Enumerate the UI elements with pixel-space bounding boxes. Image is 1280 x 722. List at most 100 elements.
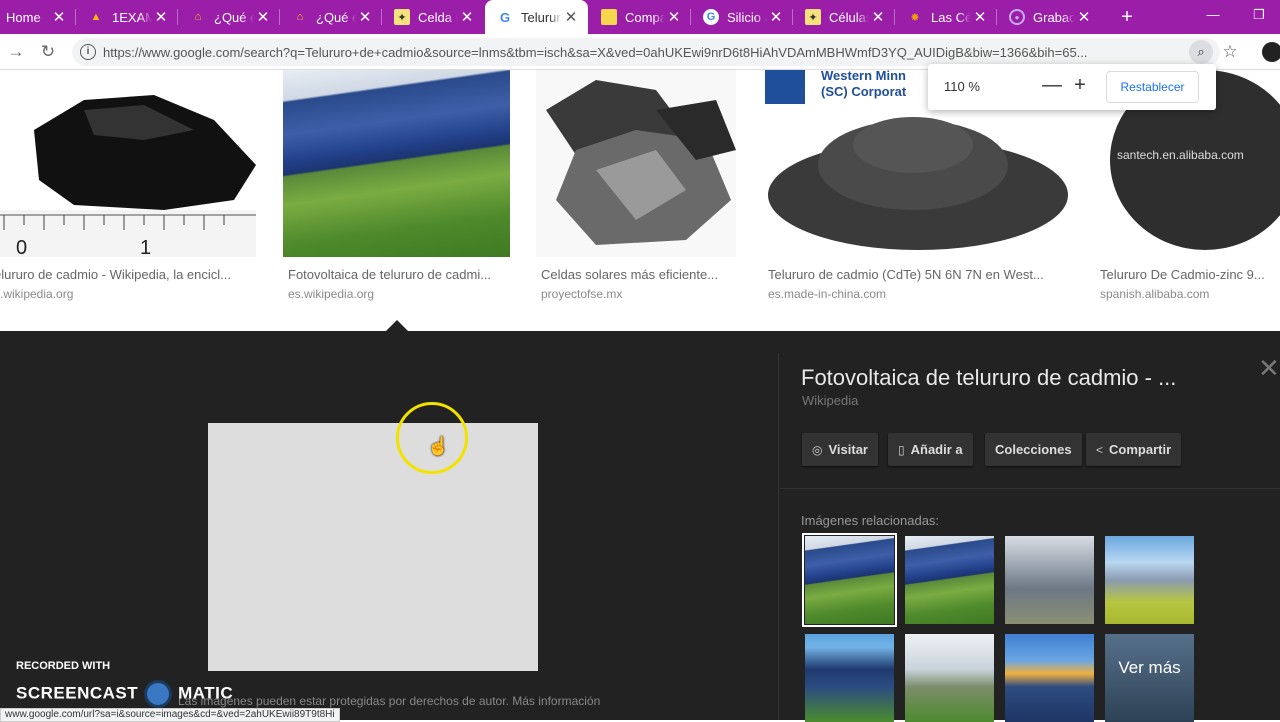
result-image[interactable]: 0 1	[0, 70, 256, 259]
see-more-button[interactable]: Ver más	[1105, 634, 1194, 722]
close-icon[interactable]: ✕	[971, 8, 989, 26]
google-icon: G	[703, 9, 719, 25]
tab-que-1[interactable]: ⌂ ¿Qué é ✕	[178, 0, 280, 34]
info-icon[interactable]: i	[80, 44, 96, 60]
watermark-word: SCREENCAST	[16, 683, 139, 703]
tab-celda[interactable]: ✦ Celda s ✕	[382, 0, 484, 34]
result-image[interactable]	[283, 70, 510, 257]
result-caption[interactable]: Fotovoltaica de telururo de cadmi...	[288, 267, 515, 282]
tab-1exam[interactable]: ▲ 1EXAM ✕	[76, 0, 178, 34]
url-text[interactable]: https://www.google.com/search?q=Telururo…	[103, 45, 1183, 60]
zoom-reset-button[interactable]: Restablecer	[1106, 71, 1199, 103]
school-icon: ✦	[394, 9, 410, 25]
tab-silicio[interactable]: G Silicio a ✕	[691, 0, 793, 34]
reload-icon[interactable]: ↻	[36, 40, 60, 64]
close-icon[interactable]: ✕	[665, 8, 683, 26]
result-overlay-text: (SC) Corporat	[821, 84, 907, 99]
tab-title: Grabac	[1033, 9, 1075, 25]
tab-title: 1EXAM	[112, 9, 152, 25]
result-item[interactable]: 0 1 elururo de cadmio - Wikipedia, la en…	[0, 70, 256, 310]
close-icon[interactable]: ✕	[1258, 353, 1280, 384]
close-icon[interactable]: ✕	[562, 8, 580, 26]
preview-source: Wikipedia	[802, 393, 859, 408]
zoom-out-button[interactable]: —	[1040, 74, 1064, 98]
tab-title: Celda s	[418, 9, 458, 25]
selection-pointer	[386, 320, 408, 331]
share-button[interactable]: < Compartir	[1086, 433, 1182, 466]
school-icon: ✦	[805, 9, 821, 25]
tab-title: Silicio a	[727, 9, 767, 25]
result-item[interactable]: Fotovoltaica de telururo de cadmi... es.…	[283, 70, 510, 310]
minimize-button[interactable]: —	[1190, 0, 1236, 30]
screencast-logo-icon	[144, 680, 173, 708]
watermark-line1: RECORDED WITH	[16, 660, 111, 672]
result-item[interactable]: Celdas solares más eficiente... proyecto…	[536, 70, 736, 310]
tab-celulas[interactable]: ✦ Células ✕	[793, 0, 895, 34]
star-icon[interactable]: ☆	[1218, 40, 1242, 64]
add-to-button[interactable]: ▯ Añadir a	[888, 433, 973, 466]
maximize-button[interactable]: ❐	[1236, 0, 1280, 30]
button-label: Añadir a	[910, 442, 963, 457]
tab-que-2[interactable]: ⌂ ¿Qué é ✕	[280, 0, 382, 34]
result-caption[interactable]: elururo de cadmio - Wikipedia, la encicl…	[0, 267, 256, 282]
omnibox[interactable]: i https://www.google.com/search?q=Teluru…	[72, 38, 1238, 66]
zoom-popup: 110 % — + Restablecer	[928, 64, 1216, 110]
close-icon[interactable]: ✕	[1075, 8, 1093, 26]
drive-icon: ▲	[90, 11, 102, 23]
avatar[interactable]	[1262, 42, 1280, 62]
google-icon: G	[499, 9, 511, 25]
metal-crystal-image	[546, 80, 736, 245]
new-tab-button[interactable]: +	[1116, 6, 1138, 28]
related-images-label: Imágenes relacionadas:	[801, 513, 940, 528]
close-icon[interactable]: ✕	[869, 8, 887, 26]
screencast-watermark: RECORDED WITH SCREENCAST MATIC	[16, 660, 233, 708]
collections-button[interactable]: Colecciones	[985, 433, 1082, 466]
related-thumb[interactable]	[905, 536, 994, 624]
record-icon: ●	[1009, 9, 1025, 25]
related-thumb[interactable]	[805, 634, 894, 722]
yellow-icon	[601, 9, 617, 25]
result-overlay-text: Western Minn	[821, 70, 906, 83]
close-icon[interactable]: ✕	[152, 8, 170, 26]
tab-compa[interactable]: Compa ✕	[589, 0, 691, 34]
watermark-word: MATIC	[178, 683, 234, 703]
related-thumb[interactable]	[802, 533, 897, 627]
visit-button[interactable]: ◎ Visitar	[802, 433, 878, 466]
button-label: Colecciones	[995, 442, 1072, 457]
close-icon[interactable]: ✕	[356, 8, 374, 26]
result-source: s.wikipedia.org	[0, 287, 74, 301]
result-caption[interactable]: Celdas solares más eficiente...	[541, 267, 741, 282]
copyright-notice: Las imágenes pueden estar protegidas por…	[178, 694, 600, 708]
related-thumb[interactable]	[905, 634, 994, 722]
zoom-icon[interactable]: ⌕	[1189, 40, 1213, 64]
black-rock-image: 0 1	[0, 95, 256, 259]
tab-home[interactable]: Home ✕	[0, 0, 76, 34]
tab-grabacion[interactable]: ● Grabac ✕	[997, 0, 1101, 34]
related-thumb[interactable]	[1105, 536, 1194, 624]
tab-las-celulas[interactable]: ✸ Las Célu ✕	[895, 0, 997, 34]
result-source: proyectofse.mx	[541, 287, 623, 301]
close-icon[interactable]: ✕	[458, 8, 476, 26]
related-thumb[interactable]	[1005, 536, 1094, 624]
close-icon[interactable]: ✕	[767, 8, 785, 26]
svg-text:1: 1	[140, 237, 151, 257]
divider	[780, 488, 1280, 489]
tab-title: Células	[829, 9, 869, 25]
result-image[interactable]	[536, 70, 736, 257]
more-info-link[interactable]: Más información	[512, 694, 600, 708]
result-source: es.wikipedia.org	[288, 287, 375, 301]
preview-image[interactable]	[208, 423, 538, 671]
home-icon: ⌂	[194, 11, 202, 23]
close-icon[interactable]: ✕	[50, 8, 68, 26]
back-icon[interactable]: →	[4, 40, 28, 64]
result-source: spanish.alibaba.com	[1100, 287, 1210, 301]
button-label: Compartir	[1109, 442, 1172, 457]
share-icon: <	[1096, 442, 1104, 457]
close-icon[interactable]: ✕	[254, 8, 272, 26]
related-thumb[interactable]	[1005, 634, 1094, 722]
result-caption[interactable]: Telururo de cadmio (CdTe) 5N 6N 7N en We…	[768, 267, 1074, 282]
tab-telururo[interactable]: G Telurur ✕	[485, 0, 588, 34]
preview-title[interactable]: Fotovoltaica de telururo de cadmio - ...	[801, 365, 1176, 391]
result-caption[interactable]: Telururo De Cadmio-zinc 9...	[1100, 267, 1280, 282]
zoom-in-button[interactable]: +	[1068, 74, 1092, 98]
